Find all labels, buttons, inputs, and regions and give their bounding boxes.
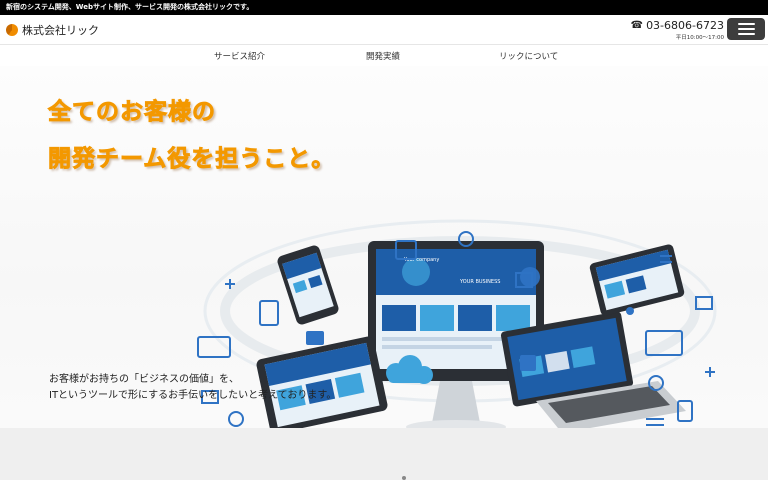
hamburger-menu-button[interactable] (727, 18, 765, 40)
phone-number: 03-6806-6723 (646, 19, 724, 32)
globe-icon (520, 267, 540, 287)
next-section-band (0, 428, 768, 480)
business-hours: 平日10:00〜17:00 (675, 35, 724, 41)
hero-headline-line-1: 全てのお客様の (48, 99, 216, 126)
hero-body-line-1: お客様がお持ちの「ビジネスの価値」を、 (49, 374, 239, 385)
phone-contact[interactable]: ☎ 03-6806-6723 平日10:00〜17:00 (631, 19, 724, 41)
nav-item-about[interactable]: リックについて (499, 50, 558, 62)
scroll-indicator (402, 476, 406, 480)
announcement-text: 新宿のシステム開発、Webサイト制作、サービス開発の株式会社リックです。 (6, 3, 254, 11)
main-nav: サービス紹介 開発実績 リックについて (0, 46, 768, 66)
top-announcement-bar: 新宿のシステム開発、Webサイト制作、サービス開発の株式会社リックです。 (0, 0, 768, 15)
nav-item-services[interactable]: サービス紹介 (214, 50, 265, 62)
location-icon (626, 307, 634, 315)
user-icon (228, 411, 244, 427)
site-logo[interactable]: 株式会社リック (6, 22, 99, 38)
group-icon (306, 331, 324, 345)
hamburger-icon (737, 23, 755, 25)
phone-icon: ☎ (630, 20, 644, 31)
hero-body-line-2: ITというツールで形にするお手伝いをしたいと考えております。 (49, 390, 337, 401)
hero-section: 全てのお客様の 開発チーム役を担うこと。 Your company YOUR B… (0, 66, 768, 428)
person-badge-icon (520, 355, 536, 371)
site-header: 株式会社リック ☎ 03-6806-6723 平日10:00〜17:00 (0, 15, 768, 45)
book-icon (259, 300, 279, 326)
monitor-screen-text-2: YOUR BUSINESS (459, 279, 500, 285)
nav-item-works[interactable]: 開発実績 (366, 50, 400, 62)
logo-text: 株式会社リック (22, 24, 99, 37)
logo-mark-icon (6, 24, 18, 36)
